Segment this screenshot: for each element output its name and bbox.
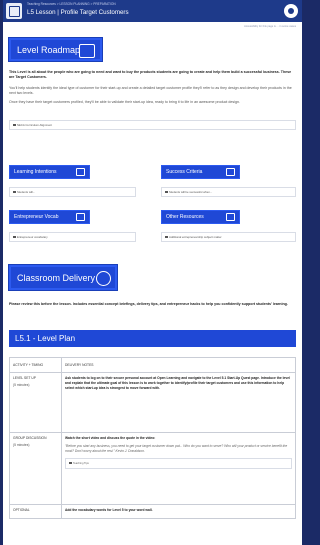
breadcrumb[interactable]: Teaching Resources > LESSON PLANNING > P…	[27, 2, 116, 6]
expand-icon	[13, 236, 16, 238]
roadmap-icon	[79, 43, 95, 58]
lightbulb-icon	[76, 168, 85, 176]
notes-cell: Watch the short video and discuss the qu…	[61, 432, 296, 505]
column-header-notes: DELIVERY NOTES	[61, 357, 296, 373]
alignment-label: NECA Curriculum Alignment	[17, 123, 52, 127]
entrepreneur-vocab-button[interactable]: Entrepreneur Vocab	[9, 210, 90, 224]
other-resources-link-label: Additional entrepreneurship subject matt…	[169, 235, 222, 239]
table-row: GROUP DISCUSSION (5 minutes) Watch the s…	[9, 432, 296, 505]
learning-intentions-link[interactable]: Students will...	[9, 187, 136, 197]
level-roadmap-label: Level Roadmap	[17, 44, 81, 55]
delivery-intro: Please review this before the lesson. In…	[9, 302, 288, 306]
star-icon	[96, 271, 111, 286]
expand-icon	[13, 124, 16, 126]
top-bar: Teaching Resources > LESSON PLANNING > P…	[3, 0, 302, 22]
delivery-notes: Ask students to log on to their secure p…	[65, 376, 290, 390]
activity-cell: OPTIONAL	[9, 504, 62, 519]
level-plan-table: ACTIVITY + TIMING DELIVERY NOTES LEVEL S…	[9, 357, 296, 519]
expand-icon	[165, 236, 168, 238]
folder-icon	[226, 213, 235, 221]
activity-timing: (5 minutes)	[13, 383, 30, 387]
success-criteria-link-label: Students will be successful when...	[169, 190, 213, 194]
entrepreneur-vocab-link[interactable]: Entrepreneur vocabulary	[9, 232, 136, 242]
accessibility-note: Accessibility for this page is ... in so…	[244, 25, 296, 28]
entrepreneur-vocab-link-label: Entrepreneur vocabulary	[17, 235, 48, 239]
settings-icon[interactable]	[284, 4, 298, 18]
activity-cell: LEVEL SET UP (5 minutes)	[9, 372, 62, 433]
delivery-notes: Watch the short video and discuss the qu…	[65, 436, 156, 440]
roadmap-intro: This Level is all about the people who a…	[9, 70, 292, 79]
trophy-icon	[226, 168, 235, 176]
success-criteria-button[interactable]: Success Criteria	[161, 165, 240, 179]
notes-cell: Ask students to log on to their secure p…	[61, 372, 296, 433]
expand-icon	[165, 191, 168, 193]
learning-intentions-label: Learning Intentions	[14, 169, 57, 175]
column-header-activity: ACTIVITY + TIMING	[9, 357, 62, 373]
teaching-tips-link[interactable]: Teaching Tips	[65, 458, 292, 469]
page-title: L5 Lesson | Profile Target Customers	[27, 9, 129, 16]
roadmap-paragraph-3: Once they have their target customers pr…	[9, 100, 241, 104]
table-row: LEVEL SET UP (5 minutes) Ask students to…	[9, 372, 296, 433]
other-resources-button[interactable]: Other Resources	[161, 210, 240, 224]
activity-cell: GROUP DISCUSSION (5 minutes)	[9, 432, 62, 505]
book-icon	[76, 213, 85, 221]
classroom-delivery-button[interactable]: Classroom Delivery	[9, 265, 117, 290]
success-criteria-label: Success Criteria	[166, 169, 203, 175]
learning-intentions-button[interactable]: Learning Intentions	[9, 165, 90, 179]
page-frame: Teaching Resources > LESSON PLANNING > P…	[3, 0, 302, 545]
teaching-tips-label: Teaching Tips	[73, 462, 89, 465]
app-logo-icon[interactable]	[6, 3, 22, 19]
other-resources-link[interactable]: Additional entrepreneurship subject matt…	[161, 232, 296, 242]
table-header-row: ACTIVITY + TIMING DELIVERY NOTES	[9, 357, 296, 373]
classroom-delivery-label: Classroom Delivery	[17, 272, 96, 283]
curriculum-alignment-link[interactable]: NECA Curriculum Alignment	[9, 120, 296, 130]
other-resources-label: Other Resources	[166, 214, 204, 220]
table-row: OPTIONAL Add the vocabulary words for Le…	[9, 504, 296, 519]
expand-icon	[13, 191, 16, 193]
activity-name: OPTIONAL	[13, 508, 30, 512]
expand-icon	[69, 462, 72, 464]
notes-cell: Add the vocabulary words for Level 5 to …	[61, 504, 296, 519]
activity-name: GROUP DISCUSSION	[13, 436, 47, 440]
video-quote: "Before you start any business, you need…	[65, 444, 288, 453]
level-plan-header: L5.1 - Level Plan	[9, 330, 296, 347]
delivery-notes: Add the vocabulary words for Level 5 to …	[65, 508, 153, 512]
activity-timing: (5 minutes)	[13, 443, 30, 447]
roadmap-paragraph-2: You'll help students identify the ideal …	[9, 86, 292, 95]
activity-name: LEVEL SET UP	[13, 376, 36, 380]
success-criteria-link[interactable]: Students will be successful when...	[161, 187, 296, 197]
learning-intentions-link-label: Students will...	[17, 190, 36, 194]
level-roadmap-button[interactable]: Level Roadmap	[9, 38, 102, 61]
entrepreneur-vocab-label: Entrepreneur Vocab	[14, 214, 59, 220]
